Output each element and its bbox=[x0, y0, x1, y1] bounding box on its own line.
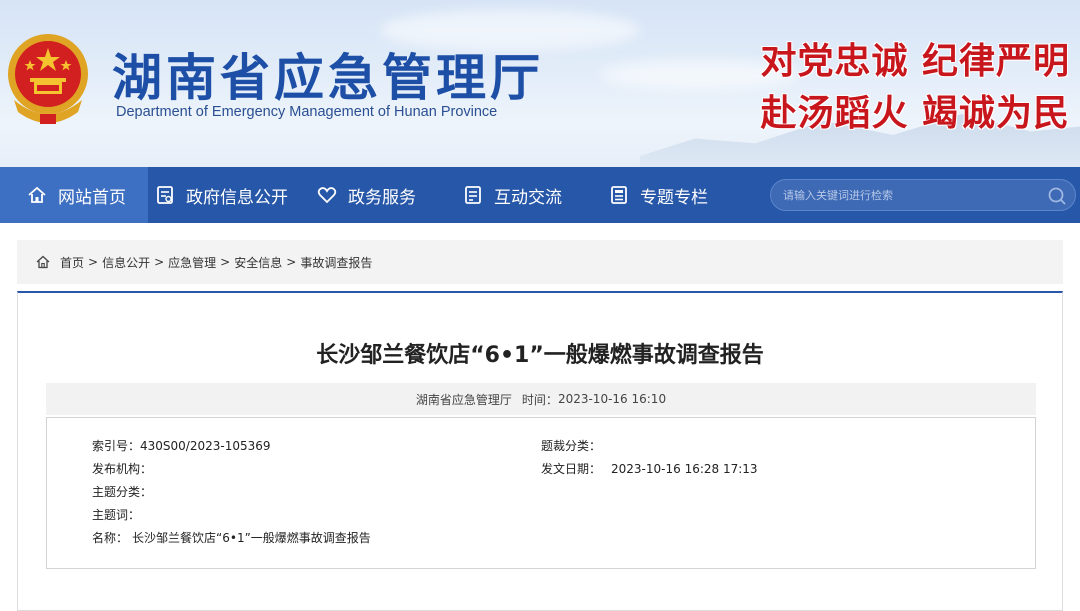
search-box bbox=[770, 179, 1076, 211]
article-source: 湖南省应急管理厅 bbox=[415, 392, 512, 407]
nav-label: 政务服务 bbox=[348, 187, 416, 208]
info-name-label: 名称： bbox=[92, 531, 129, 545]
article-title: 长沙邹兰餐饮店“6•1”一般爆燃事故调查报告 bbox=[316, 343, 764, 368]
nav-label: 专题专栏 bbox=[640, 187, 708, 208]
breadcrumb-separator: > bbox=[88, 255, 99, 269]
site-subtitle: Department of Emergency Management of Hu… bbox=[116, 104, 498, 120]
info-date-label: 发文日期： bbox=[541, 462, 602, 476]
info-name: 名称： 长沙邹兰餐饮店“6•1”一般爆燃事故调查报告 bbox=[92, 529, 371, 546]
breadcrumb-link-emergency-mgmt[interactable]: 应急管理 bbox=[168, 254, 216, 271]
nav-label: 政府信息公开 bbox=[186, 187, 288, 208]
slogan-line-2: 赴汤蹈火 竭诚为民 bbox=[760, 92, 1070, 134]
heart-icon bbox=[316, 184, 338, 206]
nav-label: 网站首页 bbox=[58, 187, 126, 208]
info-keywords: 主题词： bbox=[92, 506, 144, 523]
site-title: 湖南省应急管理厅 bbox=[112, 49, 544, 107]
home-icon bbox=[26, 184, 48, 206]
breadcrumb-separator: > bbox=[286, 255, 297, 269]
home-icon[interactable] bbox=[35, 254, 51, 270]
breadcrumb-link-safety-info[interactable]: 安全信息 bbox=[234, 254, 282, 271]
breadcrumb-separator: > bbox=[154, 255, 165, 269]
search-icon[interactable] bbox=[1047, 186, 1067, 206]
info-topic-label: 主题分类： bbox=[92, 485, 153, 499]
breadcrumb-separator: > bbox=[220, 255, 231, 269]
info-topic: 主题分类： bbox=[92, 483, 156, 500]
nav-item-topics[interactable]: 专题专栏 bbox=[608, 167, 708, 223]
header-banner: 湖南省应急管理厅 Department of Emergency Managem… bbox=[0, 0, 1080, 167]
breadcrumb-link-accident-report[interactable]: 事故调查报告 bbox=[300, 254, 372, 271]
article-time-label: 时间： bbox=[521, 392, 558, 407]
info-date-value: 2023-10-16 16:28 17:13 bbox=[611, 462, 758, 476]
breadcrumb-link-info-public[interactable]: 信息公开 bbox=[102, 254, 150, 271]
info-genre: 题裁分类： bbox=[541, 437, 605, 454]
info-keywords-label: 主题词： bbox=[92, 508, 141, 522]
article-container: 长沙邹兰餐饮店“6•1”一般爆燃事故调查报告 湖南省应急管理厅 时间： 2023… bbox=[17, 291, 1063, 611]
document-info-table: 索引号：430S00/2023-105369 发布机构： 主题分类： 主题词： … bbox=[46, 417, 1036, 569]
nav-item-services[interactable]: 政务服务 bbox=[316, 167, 416, 223]
slogan-line-1: 对党忠诚 纪律严明 bbox=[760, 40, 1070, 82]
national-emblem-icon bbox=[4, 30, 92, 130]
list-document-icon bbox=[608, 184, 630, 206]
info-publisher: 发布机构： bbox=[92, 460, 156, 477]
document-icon bbox=[154, 184, 176, 206]
info-genre-label: 题裁分类： bbox=[541, 439, 602, 453]
search-input[interactable] bbox=[783, 180, 1033, 210]
nav-item-interaction[interactable]: 互动交流 bbox=[462, 167, 562, 223]
chat-document-icon bbox=[462, 184, 484, 206]
nav-item-home[interactable]: 网站首页 bbox=[0, 167, 148, 223]
breadcrumb: 首页 > 信息公开 > 应急管理 > 安全信息 > 事故调查报告 bbox=[17, 240, 1063, 284]
article-meta: 湖南省应急管理厅 时间： 2023-10-16 16:10 bbox=[46, 383, 1036, 415]
info-index: 索引号：430S00/2023-105369 bbox=[92, 437, 271, 454]
breadcrumb-link-home[interactable]: 首页 bbox=[60, 254, 84, 271]
nav-item-gov-info[interactable]: 政府信息公开 bbox=[154, 167, 288, 223]
info-name-value: 长沙邹兰餐饮店“6•1”一般爆燃事故调查报告 bbox=[132, 531, 371, 545]
info-publisher-label: 发布机构： bbox=[92, 462, 153, 476]
article-time-value: 2023-10-16 16:10 bbox=[557, 392, 667, 406]
info-index-value: 430S00/2023-105369 bbox=[140, 439, 271, 453]
info-index-label: 索引号： bbox=[92, 439, 141, 453]
info-date: 发文日期： 2023-10-16 16:28 17:13 bbox=[541, 460, 758, 477]
nav-label: 互动交流 bbox=[494, 187, 562, 208]
